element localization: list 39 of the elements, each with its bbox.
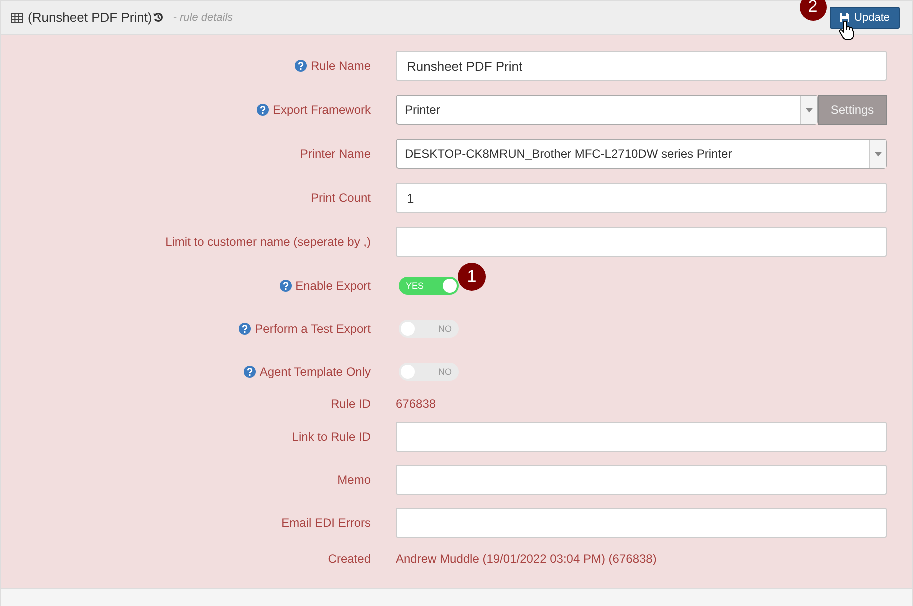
dropdown[interactable]: Printer: [396, 95, 818, 125]
field-label: Agent Template Only: [260, 364, 371, 378]
text-field[interactable]: [396, 464, 887, 494]
help-icon[interactable]: [239, 322, 252, 334]
help-icon[interactable]: [294, 60, 307, 72]
save-icon: [840, 12, 850, 22]
text-field[interactable]: [396, 422, 887, 452]
text-field[interactable]: Runsheet PDF Print: [396, 51, 887, 81]
field-label: Memo: [338, 472, 371, 486]
field-label: Email EDI Errors: [282, 516, 371, 530]
caret-icon: [874, 152, 882, 156]
step-badge: 1: [458, 262, 486, 290]
field-value: 676838: [396, 397, 436, 411]
help-icon[interactable]: [256, 104, 269, 116]
hand-cursor-icon: [838, 20, 855, 40]
field-label: Printer Name: [300, 147, 371, 161]
field-label: Link to Rule ID: [292, 430, 371, 444]
update-button[interactable]: Update: [830, 6, 900, 28]
field-label: Export Framework: [272, 103, 371, 117]
field-value: Andrew Muddle (19/01/2022 03:04 PM) (676838): [396, 552, 657, 566]
help-icon[interactable]: [244, 366, 256, 378]
caret-icon: [806, 108, 812, 112]
field-label: Rule Name: [310, 59, 371, 73]
panel-subtitle: - rule details: [173, 12, 234, 24]
step-badge: 2: [800, 0, 827, 20]
history-icon[interactable]: [153, 12, 164, 23]
field-label: Enable Export: [296, 278, 371, 292]
dropdown[interactable]: DESKTOP-CK8MRUN_Brother MFC-L2710DW series Printer: [396, 139, 887, 169]
text-field[interactable]: [396, 227, 887, 257]
field-label: Perform a Test Export: [255, 322, 371, 336]
panel-title: (Runsheet PDF Print): [28, 10, 152, 25]
help-icon[interactable]: [280, 280, 292, 292]
text-field[interactable]: 1: [396, 183, 887, 213]
table-icon: [11, 12, 23, 22]
field-label: Limit to customer name (seperate by ,): [166, 235, 371, 249]
text-field[interactable]: [396, 508, 887, 538]
field-label: Print Count: [310, 191, 371, 205]
field-label: Rule ID: [330, 397, 371, 411]
field-label: Created: [328, 552, 371, 566]
